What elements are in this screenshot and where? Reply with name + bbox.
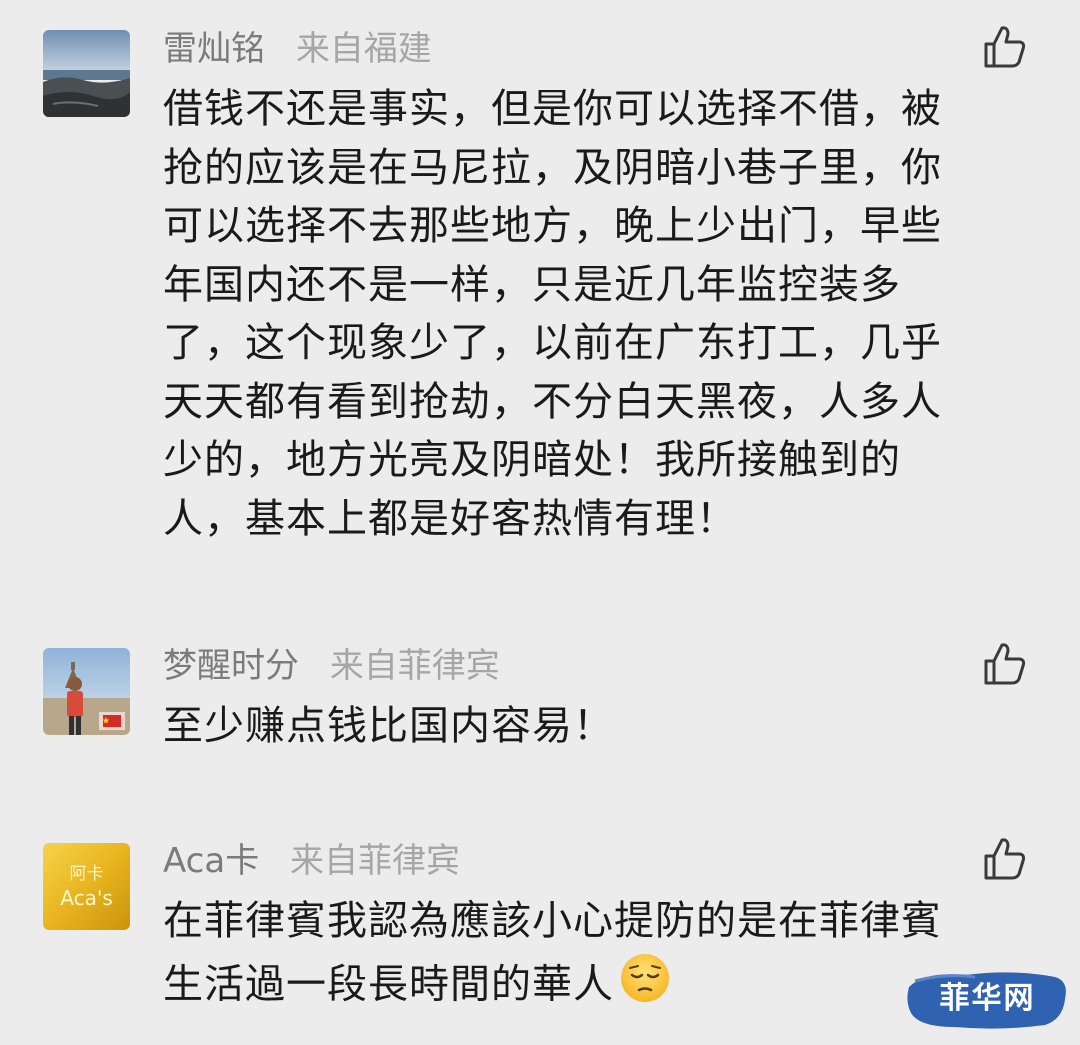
- comment-line: 人，基本上都是好客热情有理！: [163, 495, 737, 542]
- like-button[interactable]: [982, 641, 1028, 687]
- comment-line: 在菲律賓我認為應該小心提防的是在菲律賓: [163, 898, 942, 944]
- pensive-face-emoji: [618, 951, 672, 1022]
- like-button[interactable]: [982, 836, 1028, 882]
- thumbs-up-icon: [984, 26, 1026, 68]
- comment-line: 至少赚点钱比国内容易！: [163, 703, 614, 749]
- comment-line: 年国内还不是一样，只是近几年监控装多: [163, 261, 901, 308]
- comment-line: 可以选择不去那些地方，晚上少出门，早些: [163, 203, 942, 249]
- avatar[interactable]: [43, 648, 130, 735]
- like-button[interactable]: [982, 24, 1028, 70]
- seaside-landscape-avatar: [43, 30, 130, 117]
- comment-line: 借钱不还是事实，但是你可以选择不借，被: [163, 86, 942, 132]
- thumbs-up-icon: [984, 643, 1026, 685]
- comment-line: 少的，地方光亮及阴暗处！我所接触到的: [163, 437, 901, 483]
- comment-meta: 雷灿铭 来自福建: [163, 24, 432, 74]
- comment-meta: 梦醒时分 来自菲律宾: [163, 641, 500, 691]
- site-watermark: 菲华网: [905, 965, 1070, 1035]
- comment-line-text: 生活過一段長時間的華人: [163, 960, 614, 1007]
- author-location: 来自菲律宾: [329, 646, 500, 686]
- watermark-text: 菲华网: [939, 981, 1036, 1016]
- person-photo-avatar: [43, 648, 130, 735]
- avatar-text: 阿卡: [70, 864, 104, 884]
- thumbs-up-icon: [984, 838, 1026, 880]
- avatar-text: Aca's: [60, 886, 113, 910]
- author-location: 来自福建: [295, 29, 432, 69]
- comment-text: 借钱不还是事实，但是你可以选择不借，被 抢的应该是在马尼拉，及阴暗小巷子里，你 …: [163, 80, 1043, 548]
- comment-text: 至少赚点钱比国内容易！: [163, 697, 1043, 756]
- avatar[interactable]: [43, 30, 130, 117]
- gold-text-avatar: 阿卡 Aca's: [43, 843, 130, 930]
- comment-line: 了，这个现象少了，以前在广东打工，几乎: [163, 320, 942, 366]
- author-name[interactable]: 雷灿铭: [163, 29, 265, 69]
- author-name[interactable]: Aca卡: [163, 841, 259, 881]
- author-location: 来自菲律宾: [290, 841, 461, 881]
- comment-line: 天天都有看到抢劫，不分白天黑夜，人多人: [163, 378, 942, 425]
- author-name[interactable]: 梦醒时分: [163, 646, 299, 686]
- avatar[interactable]: 阿卡 Aca's: [43, 843, 130, 930]
- comment-line: 抢的应该是在马尼拉，及阴暗小巷子里，你: [163, 144, 942, 191]
- comment-meta: Aca卡 来自菲律宾: [163, 836, 460, 886]
